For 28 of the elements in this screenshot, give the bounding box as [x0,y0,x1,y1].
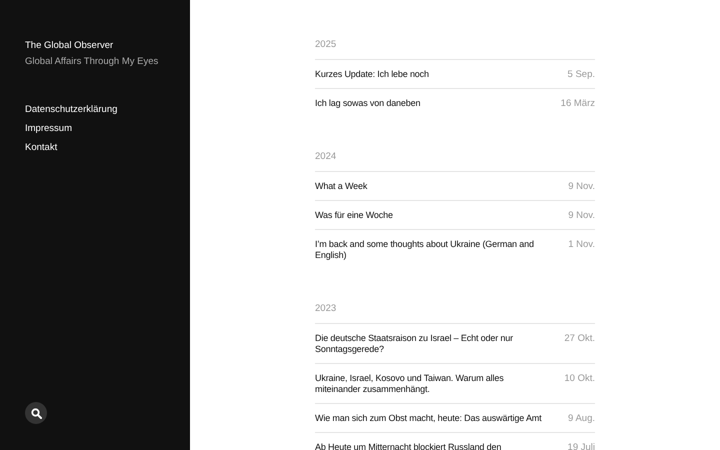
year-heading: 2023 [315,303,338,315]
post-date: 19 Juli [568,442,595,450]
post-title-link[interactable]: Wie man sich zum Obst macht, heute: Das auswärtige Amt [315,413,542,424]
post-date: 5 Sep. [568,69,595,80]
site-title-link[interactable]: The Global Observer [25,40,114,51]
post-date: 16 März [560,98,595,109]
post-date: 10 Okt. [564,373,595,386]
post-date: 9 Nov. [568,181,595,192]
post-title-link[interactable]: What a Week [315,181,368,192]
post-title-link[interactable]: Die deutsche Staatsraison zu Israel – Echt oder nur Sonntagsgerede? [315,333,550,355]
year-heading: 2024 [315,151,338,163]
search-icon [30,408,42,418]
post-date: 27 Okt. [564,333,595,346]
post-title-link[interactable]: I’m back and some thoughts about Ukraine (German and English) [315,239,554,261]
post-title-link[interactable]: Ukraine, Israel, Kosovo und Taiwan. Warum alles miteinander zusammenhängt. [315,373,550,395]
search-button[interactable] [25,402,47,424]
post-date: 1 Nov. [568,239,595,252]
nav-link[interactable]: Kontakt [25,142,118,153]
site-tagline: Global Affairs Through My Eyes [25,56,158,67]
nav-link[interactable]: Impressum [25,123,118,134]
post-title-link[interactable]: Was für eine Woche [315,210,393,221]
nav-link[interactable]: Datenschutzerklärung [25,104,118,115]
post-title-link[interactable]: Kurzes Update: Ich lebe noch [315,69,429,80]
post-title-link[interactable]: Ich lag sowas von daneben [315,98,420,109]
year-heading: 2025 [315,39,338,51]
post-date: 9 Nov. [568,210,595,221]
post-date: 9 Aug. [568,413,595,424]
post-title-link[interactable]: Ab Heute um Mitternacht blockiert Russland den [315,442,502,450]
